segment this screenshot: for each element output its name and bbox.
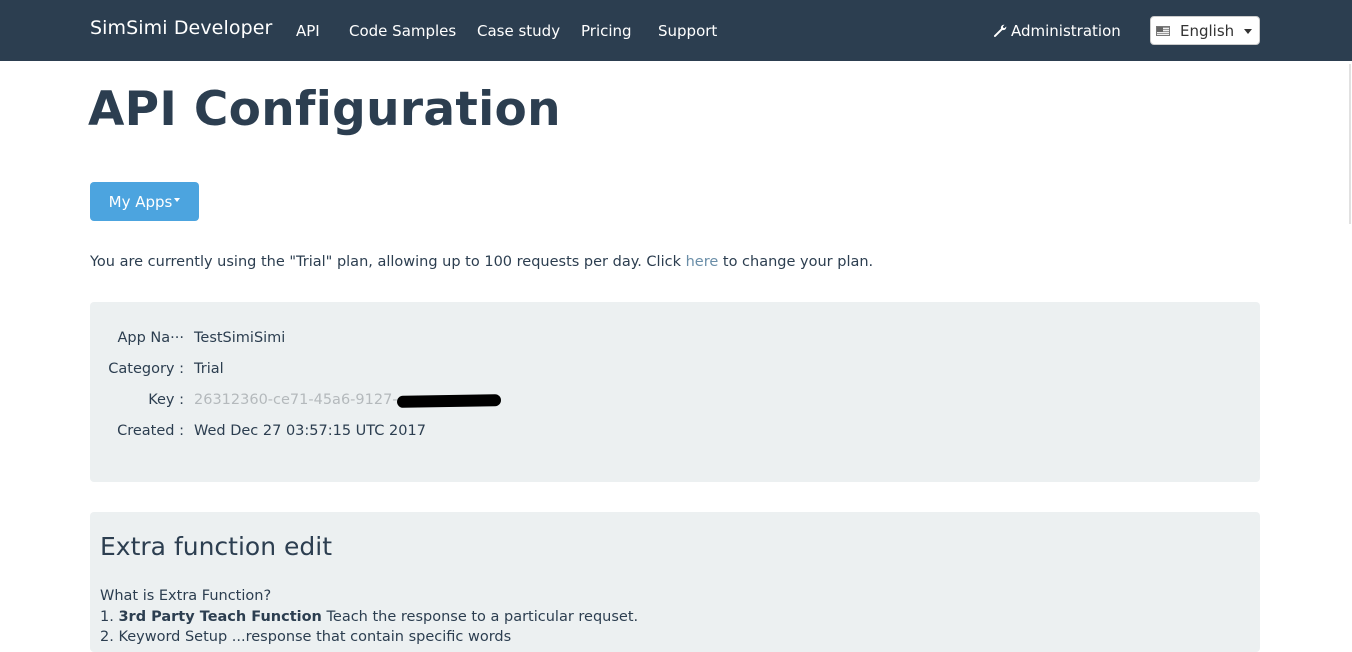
- category-label: Category :: [108, 361, 184, 377]
- administration-link[interactable]: Administration: [993, 22, 1121, 40]
- caret-down-icon: [174, 197, 181, 202]
- extra-function-item: 1. 3rd Party Teach Function Teach the re…: [100, 609, 638, 625]
- nav-link-pricing[interactable]: Pricing: [581, 22, 632, 40]
- extra-function-question: What is Extra Function?: [100, 588, 272, 604]
- item1-prefix: 1.: [100, 609, 119, 625]
- created-value: Wed Dec 27 03:57:15 UTC 2017: [194, 423, 426, 439]
- key-value: 26312360-ce71-45a6-9127-: [194, 392, 398, 408]
- change-plan-link[interactable]: here: [686, 254, 719, 270]
- key-redaction-mark: [396, 394, 502, 408]
- plan-text-after: to change your plan.: [718, 254, 874, 270]
- nav-link-code-samples[interactable]: Code Samples: [349, 22, 456, 40]
- created-row: Created : Wed Dec 27 03:57:15 UTC 2017: [90, 423, 790, 443]
- language-select[interactable]: English: [1150, 16, 1260, 45]
- nav-link-api[interactable]: API: [296, 22, 320, 40]
- my-apps-dropdown-button[interactable]: My Apps: [90, 182, 199, 221]
- app-name-row: App Na··· TestSimiSimi: [90, 330, 790, 350]
- scrollbar-thumb[interactable]: [1349, 64, 1351, 224]
- created-label: Created :: [117, 423, 184, 439]
- category-value: Trial: [194, 361, 224, 377]
- nav-link-case-study[interactable]: Case study: [477, 22, 560, 40]
- top-navbar: SimSimi Developer API Code Samples Case …: [0, 0, 1352, 61]
- nav-link-support[interactable]: Support: [658, 22, 717, 40]
- app-name-value: TestSimiSimi: [194, 330, 286, 346]
- extra-function-title: Extra function edit: [100, 532, 333, 561]
- plan-text-before: You are currently using the "Trial" plan…: [90, 254, 686, 270]
- key-label: Key :: [148, 392, 184, 408]
- item1-name: 3rd Party Teach Function: [118, 609, 322, 625]
- wrench-icon: [994, 24, 1007, 37]
- category-row: Category : Trial: [90, 361, 790, 381]
- administration-label: Administration: [1011, 22, 1121, 40]
- us-flag-icon: [1156, 25, 1170, 36]
- app-info-panel: App Na··· TestSimiSimi Category : Trial …: [90, 302, 1260, 482]
- language-label: English: [1180, 21, 1235, 40]
- my-apps-label: My Apps: [108, 192, 173, 211]
- extra-function-item: 2. Keyword Setup ...response that contai…: [100, 629, 512, 645]
- extra-function-panel: Extra function edit What is Extra Functi…: [90, 512, 1260, 652]
- brand-link[interactable]: SimSimi Developer: [90, 17, 272, 39]
- page-title: API Configuration: [88, 82, 561, 137]
- caret-down-icon: [1244, 29, 1252, 34]
- plan-description: You are currently using the "Trial" plan…: [90, 254, 873, 270]
- app-name-label: App Na···: [117, 330, 185, 346]
- item1-description: Teach the response to a particular requs…: [321, 609, 639, 625]
